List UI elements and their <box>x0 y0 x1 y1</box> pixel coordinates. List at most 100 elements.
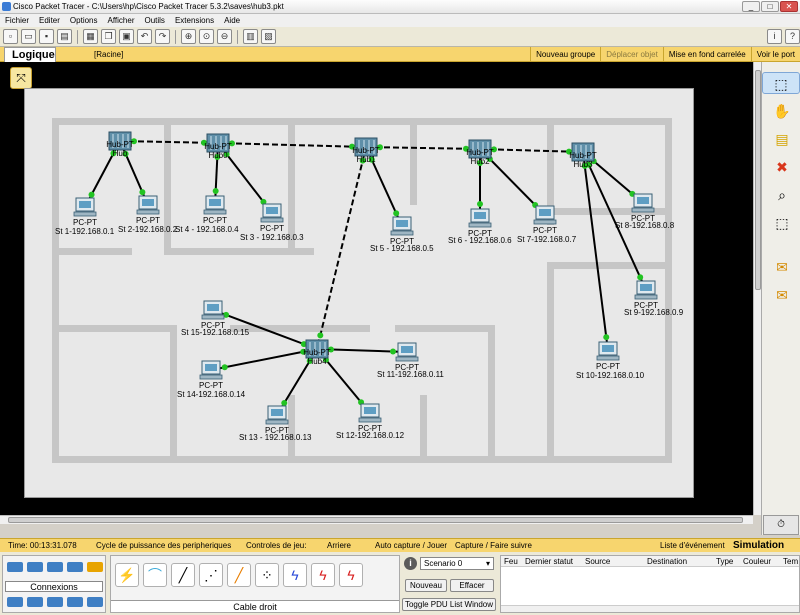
straight-through-cable-icon[interactable]: ╱ <box>171 563 195 587</box>
new-scenario-button[interactable]: Nouveau <box>405 579 447 592</box>
hubs-category-icon[interactable] <box>47 562 63 572</box>
pc-keyboard <box>136 209 160 215</box>
col-color[interactable]: Couleur <box>743 556 771 567</box>
pc-device[interactable]: PC-PTSt 9-192.168.0.9 <box>624 280 684 317</box>
custom-devices-category-icon[interactable] <box>47 597 63 607</box>
pc-screen <box>142 199 154 206</box>
vertical-scrollbar[interactable] <box>753 62 761 515</box>
console-cable-icon[interactable]: ⌒ <box>143 563 167 587</box>
pc-device[interactable]: PC-PTSt 11-192.168.0.11 <box>377 342 444 379</box>
coaxial-cable-icon[interactable]: ϟ <box>283 563 307 587</box>
hub-name-label: Hub1 <box>356 155 376 164</box>
multiuser-category-icon[interactable] <box>67 597 83 607</box>
chevron-down-icon: ▾ <box>485 559 490 568</box>
col-time[interactable]: Tem <box>783 556 798 567</box>
event-list-button[interactable]: Liste d'événement <box>660 539 725 553</box>
pc-device[interactable]: PC-PTSt 5 - 192.168.0.5 <box>370 216 434 253</box>
straight-through-link <box>582 151 609 352</box>
wan-emulation-category-icon[interactable] <box>27 597 43 607</box>
auto-capture-button[interactable]: Auto capture / Jouer <box>375 539 447 553</box>
pc-keyboard <box>201 314 225 320</box>
pc-screen <box>364 407 376 414</box>
hub-name-label: Hub3 <box>573 160 593 169</box>
col-last-status[interactable]: Dernier statut <box>525 556 573 567</box>
pc-keyboard <box>199 374 223 380</box>
connections-category-icon[interactable] <box>87 562 103 572</box>
scenario-select[interactable]: Scenario 0 ▾ <box>420 557 494 570</box>
hub-device[interactable]: Hub-PTHub1 <box>352 137 380 164</box>
col-destination[interactable]: Destination <box>647 556 687 567</box>
pc-name-label: St 15-192.168.0.15 <box>181 328 250 337</box>
back-button[interactable]: Arriere <box>327 539 351 553</box>
routers-category-icon[interactable] <box>7 562 23 572</box>
note-icon[interactable]: ▤ <box>770 128 794 150</box>
pdu-horizontal-scrollbar[interactable] <box>501 605 799 612</box>
pc-screen <box>396 220 408 227</box>
capture-forward-button[interactable]: Capture / Faire suivre <box>455 539 532 553</box>
pc-keyboard <box>260 217 284 223</box>
add-simple-pdu-icon[interactable]: ✉ <box>770 256 794 278</box>
pc-name-label: St 8-192.168.0.8 <box>615 221 675 230</box>
pc-device[interactable]: PC-PTSt 14-192.168.0.14 <box>177 360 246 399</box>
horizontal-scrollbar[interactable] <box>0 515 753 524</box>
simulation-tab[interactable]: Simulation <box>733 539 784 553</box>
phone-cable-icon[interactable]: ⁘ <box>255 563 279 587</box>
sim-time: Time: 00:13:31.078 <box>8 541 77 550</box>
col-type[interactable]: Type <box>716 556 733 567</box>
hub-crossover-link <box>365 146 481 150</box>
pc-device[interactable]: PC-PTSt 4 - 192.168.0.4 <box>175 195 239 234</box>
move-hand-icon[interactable]: ✋ <box>770 100 794 122</box>
inspect-icon[interactable]: ⌕ <box>770 184 794 206</box>
hub-device[interactable]: Hub-PTHub2 <box>466 139 494 166</box>
serial-dte-cable-icon[interactable]: ϟ <box>339 563 363 587</box>
delete-icon[interactable]: ✖ <box>770 156 794 178</box>
end-devices-category-icon[interactable] <box>7 597 23 607</box>
serial-dce-cable-icon[interactable]: ϟ <box>311 563 335 587</box>
scenario-value: Scenario 0 <box>424 559 463 568</box>
pc-keyboard <box>468 222 492 228</box>
cloud-category-icon[interactable] <box>87 597 103 607</box>
hub-device[interactable]: Hub-PTHub <box>106 131 134 158</box>
hub-crossover-link <box>316 146 367 350</box>
crossover-cable-icon[interactable]: ⋰ <box>199 563 223 587</box>
pc-screen <box>79 201 91 208</box>
pc-device[interactable]: PC-PTSt 6 - 192.168.0.6 <box>448 208 512 245</box>
pc-name-label: St 11-192.168.0.11 <box>377 370 444 379</box>
simulation-mode-button[interactable]: ⏱ <box>763 515 799 535</box>
col-feu[interactable]: Feu <box>504 556 518 567</box>
pc-name-label: St 4 - 192.168.0.4 <box>175 225 239 234</box>
pc-screen <box>401 346 413 353</box>
horizontal-scroll-thumb[interactable] <box>8 517 743 523</box>
cable-palette: ⚡ ⌒ ╱ ⋰ ╱ ⁘ ϟ ϟ ϟ Cable droit <box>110 555 400 613</box>
info-icon[interactable]: i <box>404 557 417 570</box>
switches-category-icon[interactable] <box>27 562 43 572</box>
hub-device[interactable]: Hub-PTHub3 <box>569 142 597 169</box>
pc-keyboard <box>265 419 289 425</box>
hub-type-label: Hub-PT <box>466 148 494 157</box>
status-bar: Time: 00:13:31.078 Cycle de puissance de… <box>0 538 800 552</box>
hub-name-label: Hub4 <box>307 357 327 366</box>
wireless-category-icon[interactable] <box>67 562 83 572</box>
pc-device[interactable]: PC-PTSt 10-192.168.0.10 <box>576 341 645 380</box>
pc-name-label: St 5 - 192.168.0.5 <box>370 244 434 253</box>
scenario-panel: i Scenario 0 ▾ Nouveau Effacer Toggle PDU… <box>402 555 498 613</box>
pc-screen <box>640 284 652 291</box>
pc-device[interactable]: PC-PTSt 13 - 192.168.0.13 <box>239 405 312 442</box>
pc-device[interactable]: PC-PTSt 1-192.168.0.1 <box>55 197 115 236</box>
pc-device[interactable]: PC-PTSt 12-192.168.0.12 <box>336 403 405 440</box>
resize-shape-icon[interactable]: ⬚ <box>770 212 794 234</box>
select-tool-icon[interactable]: ⬚ <box>762 72 800 94</box>
add-complex-pdu-icon[interactable]: ✉ <box>770 284 794 306</box>
link-status-dot <box>393 210 400 217</box>
pc-keyboard <box>395 356 419 362</box>
toggle-pdu-list-button[interactable]: Toggle PDU List Window <box>402 598 496 611</box>
col-source[interactable]: Source <box>585 556 610 567</box>
delete-scenario-button[interactable]: Effacer <box>450 579 494 592</box>
pc-screen <box>271 409 283 416</box>
fiber-cable-icon[interactable]: ╱ <box>227 563 251 587</box>
automatic-connection-icon[interactable]: ⚡ <box>115 563 139 587</box>
pc-keyboard <box>203 209 227 215</box>
pc-type-label: PC-PT <box>136 216 160 225</box>
power-cycle-button[interactable]: Cycle de puissance des peripheriques <box>96 539 231 553</box>
link-status-dot <box>221 364 228 371</box>
